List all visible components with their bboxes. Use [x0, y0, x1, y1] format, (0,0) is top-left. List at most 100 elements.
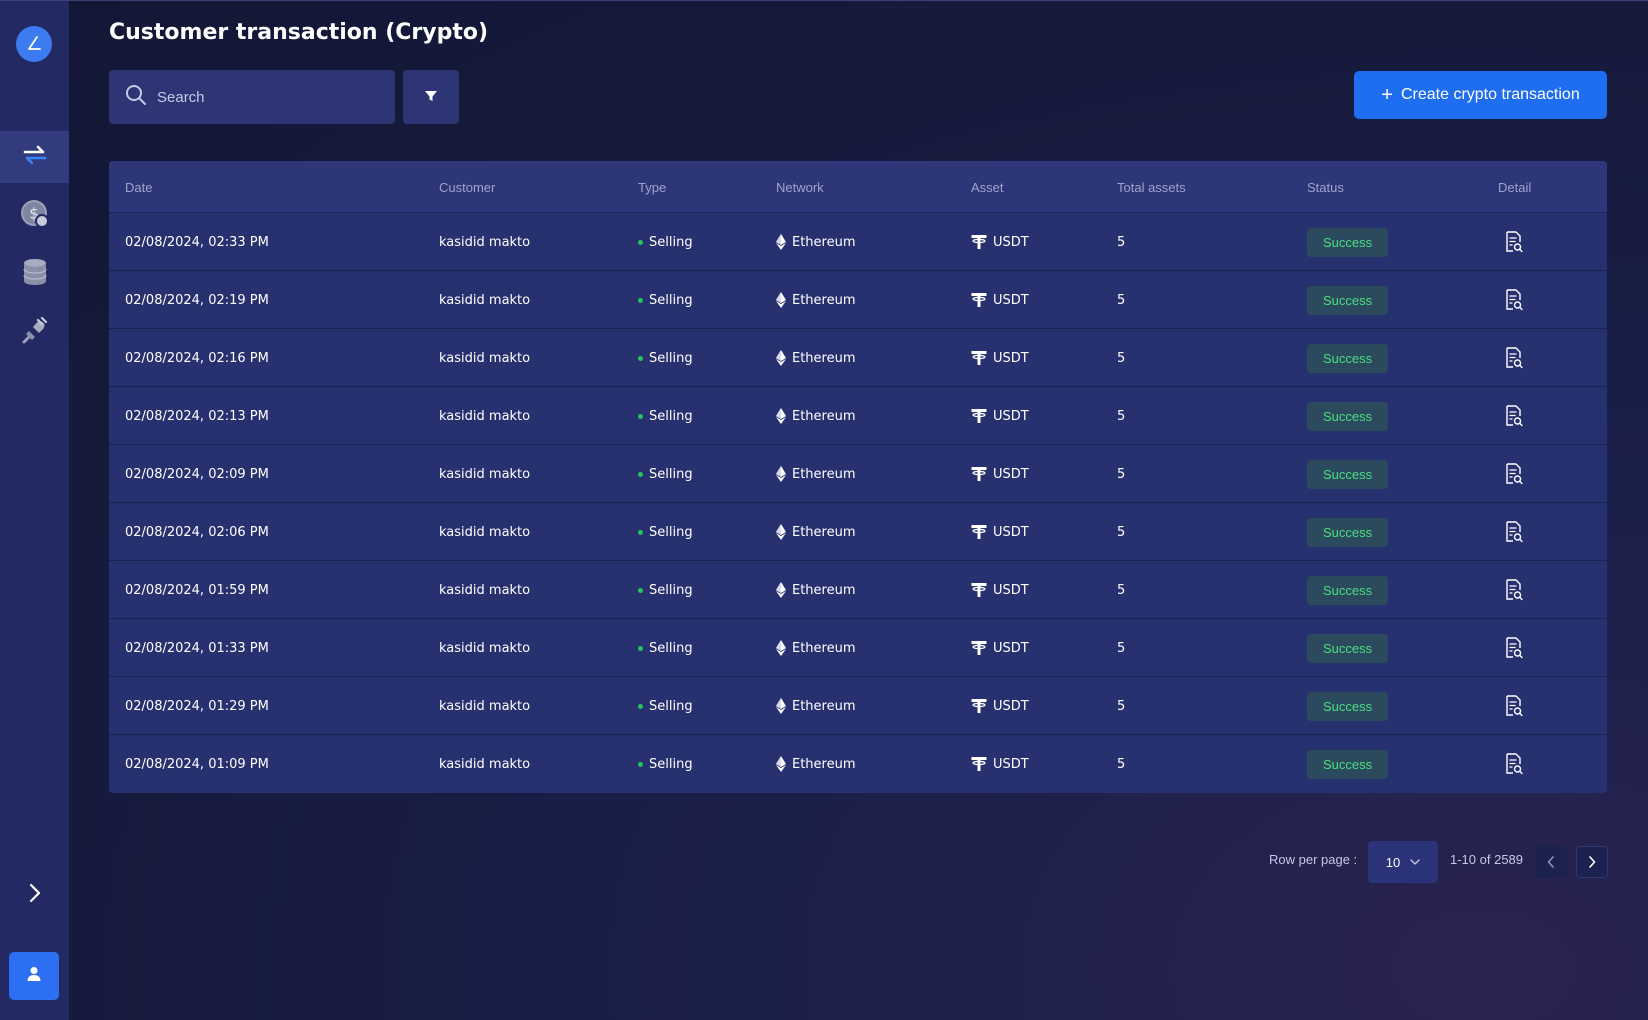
document-search-icon[interactable]: [1504, 289, 1524, 311]
cell-status: Success: [1307, 387, 1389, 445]
cell-detail: [1498, 271, 1524, 329]
document-search-icon[interactable]: [1504, 753, 1524, 775]
pagination-range: 1-10 of 2589: [1450, 852, 1524, 867]
network-label: Ethereum: [792, 234, 856, 250]
expand-sidebar-button[interactable]: [0, 869, 69, 921]
rows-per-page-select[interactable]: 10: [1368, 841, 1438, 883]
type-dot: [638, 297, 643, 303]
document-search-icon[interactable]: [1504, 579, 1524, 601]
plus-icon: +: [1381, 84, 1393, 106]
cell-date: 02/08/2024, 01:09 PM: [125, 756, 269, 772]
previous-page-button[interactable]: [1535, 846, 1567, 878]
network-label: Ethereum: [792, 640, 856, 656]
logo-icon[interactable]: [16, 26, 52, 62]
cell-network: Ethereum: [776, 503, 856, 561]
ethereum-icon: [776, 582, 786, 598]
cell-detail: [1498, 735, 1524, 793]
tether-icon: [971, 350, 987, 366]
status-badge: Success: [1307, 691, 1389, 721]
create-crypto-transaction-button[interactable]: + Create crypto transaction: [1354, 71, 1607, 119]
filter-icon: [424, 88, 438, 107]
cell-detail: [1498, 445, 1524, 503]
cell-detail: [1498, 213, 1524, 271]
asset-label: USDT: [993, 640, 1029, 656]
search-input[interactable]: Search: [157, 89, 205, 106]
cell-customer: kasidid makto: [439, 466, 531, 482]
profile-button[interactable]: [9, 952, 59, 1000]
nav-database[interactable]: [0, 248, 69, 300]
cell-date: 02/08/2024, 01:29 PM: [125, 698, 269, 714]
chevron-down-icon: [1410, 859, 1420, 865]
header-type: Type: [638, 179, 667, 195]
table-row[interactable]: 02/08/2024, 02:06 PM kasidid makto Selli…: [109, 503, 1607, 561]
ethereum-icon: [776, 640, 786, 656]
cell-type: Selling: [638, 387, 693, 445]
cell-asset: USDT: [971, 445, 1029, 503]
cell-type: Selling: [638, 213, 693, 271]
cell-total-assets: 5: [1117, 698, 1126, 714]
filter-button[interactable]: [403, 70, 459, 124]
cell-type: Selling: [638, 329, 693, 387]
cell-date: 02/08/2024, 02:06 PM: [125, 524, 269, 540]
ethereum-icon: [776, 524, 786, 540]
cell-type: Selling: [638, 445, 693, 503]
next-page-button[interactable]: [1576, 846, 1608, 878]
rows-per-page-value: 10: [1385, 854, 1401, 870]
table-row[interactable]: 02/08/2024, 02:33 PM kasidid makto Selli…: [109, 213, 1607, 271]
ethereum-icon: [776, 292, 786, 308]
tether-icon: [971, 698, 987, 714]
status-badge: Success: [1307, 517, 1389, 547]
cell-network: Ethereum: [776, 677, 856, 735]
table-row[interactable]: 02/08/2024, 01:29 PM kasidid makto Selli…: [109, 677, 1607, 735]
type-label: Selling: [649, 524, 693, 540]
cell-total-assets: 5: [1117, 408, 1126, 424]
type-dot: [638, 529, 643, 535]
nav-integrations[interactable]: [0, 307, 69, 359]
document-search-icon[interactable]: [1504, 231, 1524, 253]
document-search-icon[interactable]: [1504, 405, 1524, 427]
table-row[interactable]: 02/08/2024, 01:33 PM kasidid makto Selli…: [109, 619, 1607, 677]
cell-type: Selling: [638, 561, 693, 619]
asset-label: USDT: [993, 350, 1029, 366]
table-row[interactable]: 02/08/2024, 02:19 PM kasidid makto Selli…: [109, 271, 1607, 329]
document-search-icon[interactable]: [1504, 463, 1524, 485]
cell-detail: [1498, 503, 1524, 561]
table-row[interactable]: 02/08/2024, 01:59 PM kasidid makto Selli…: [109, 561, 1607, 619]
nav-transactions[interactable]: [0, 131, 69, 183]
cell-status: Success: [1307, 503, 1389, 561]
status-badge: Success: [1307, 749, 1389, 779]
cell-detail: [1498, 619, 1524, 677]
table-row[interactable]: 02/08/2024, 02:13 PM kasidid makto Selli…: [109, 387, 1607, 445]
dollar-coin-icon: $: [20, 199, 50, 233]
nav-payments[interactable]: $: [0, 190, 69, 242]
document-search-icon[interactable]: [1504, 521, 1524, 543]
create-button-label: Create crypto transaction: [1400, 86, 1580, 103]
status-badge: Success: [1307, 285, 1389, 315]
cell-status: Success: [1307, 735, 1389, 793]
ethereum-icon: [776, 350, 786, 366]
cell-total-assets: 5: [1117, 524, 1126, 540]
document-search-icon[interactable]: [1504, 695, 1524, 717]
document-search-icon[interactable]: [1504, 347, 1524, 369]
table-header: Date Customer Type Network Asset Total a…: [109, 161, 1607, 213]
search-box[interactable]: Search: [109, 70, 395, 124]
cell-status: Success: [1307, 445, 1389, 503]
table-row[interactable]: 02/08/2024, 01:09 PM kasidid makto Selli…: [109, 735, 1607, 793]
cell-asset: USDT: [971, 735, 1029, 793]
cell-status: Success: [1307, 329, 1389, 387]
cell-date: 02/08/2024, 02:16 PM: [125, 350, 269, 366]
cell-status: Success: [1307, 677, 1389, 735]
rows-per-page-label: Row per page :: [1269, 852, 1358, 867]
status-badge: Success: [1307, 227, 1389, 257]
cell-customer: kasidid makto: [439, 292, 531, 308]
table-row[interactable]: 02/08/2024, 02:16 PM kasidid makto Selli…: [109, 329, 1607, 387]
user-icon: [26, 966, 42, 986]
type-label: Selling: [649, 698, 693, 714]
cell-network: Ethereum: [776, 271, 856, 329]
document-search-icon[interactable]: [1504, 637, 1524, 659]
asset-label: USDT: [993, 234, 1029, 250]
tether-icon: [971, 756, 987, 772]
cell-date: 02/08/2024, 02:19 PM: [125, 292, 269, 308]
table-row[interactable]: 02/08/2024, 02:09 PM kasidid makto Selli…: [109, 445, 1607, 503]
tether-icon: [971, 408, 987, 424]
